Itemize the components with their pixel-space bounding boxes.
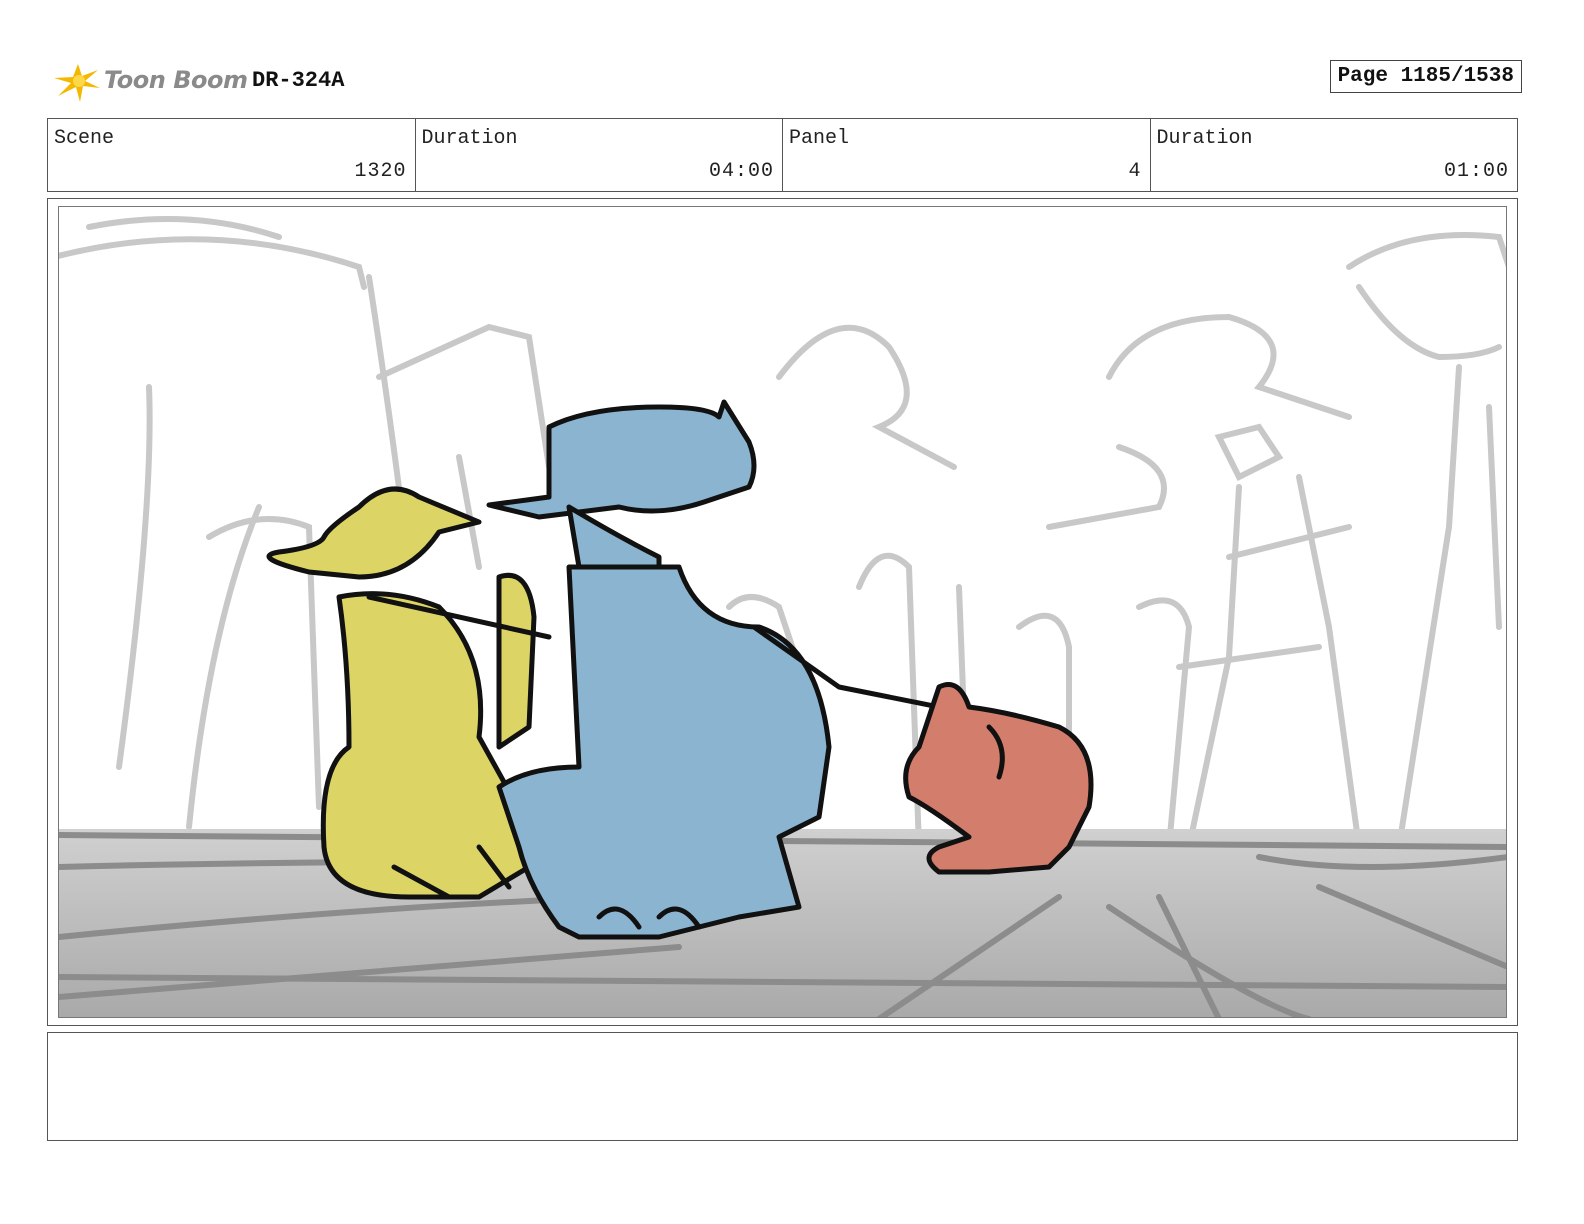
toon-boom-logo: Toon Boom bbox=[52, 56, 248, 106]
page-number: Page 1185/1538 bbox=[1329, 60, 1522, 93]
scene-duration-label: Duration bbox=[421, 127, 518, 150]
panel-duration-cell: Duration 01:00 bbox=[1151, 119, 1518, 191]
document-id: DR-324A bbox=[252, 68, 345, 93]
panel-label: Panel bbox=[789, 127, 850, 150]
starburst-icon bbox=[54, 64, 100, 102]
panel-duration-label: Duration bbox=[1156, 127, 1253, 150]
panel-value: 4 bbox=[1128, 160, 1142, 183]
scene-info-row: Scene 1320 Duration 04:00 Panel 4 Durati… bbox=[47, 118, 1518, 192]
storyboard-panel-image bbox=[58, 206, 1507, 1018]
scene-duration-value: 04:00 bbox=[708, 160, 774, 183]
panel-notes-box bbox=[47, 1032, 1518, 1141]
scene-cell: Scene 1320 bbox=[48, 119, 416, 191]
logo-text: Toon Boom bbox=[104, 66, 248, 94]
scene-value: 1320 bbox=[354, 160, 407, 183]
panel-frame bbox=[47, 198, 1518, 1026]
panel-cell: Panel 4 bbox=[783, 119, 1151, 191]
scene-duration-cell: Duration 04:00 bbox=[416, 119, 783, 191]
panel-duration-value: 01:00 bbox=[1443, 160, 1509, 183]
storyboard-sketch-image bbox=[59, 207, 1506, 1017]
page-header: Toon Boom DR-324A Page 1185/1538 bbox=[52, 56, 1522, 106]
scene-label: Scene bbox=[54, 127, 115, 150]
